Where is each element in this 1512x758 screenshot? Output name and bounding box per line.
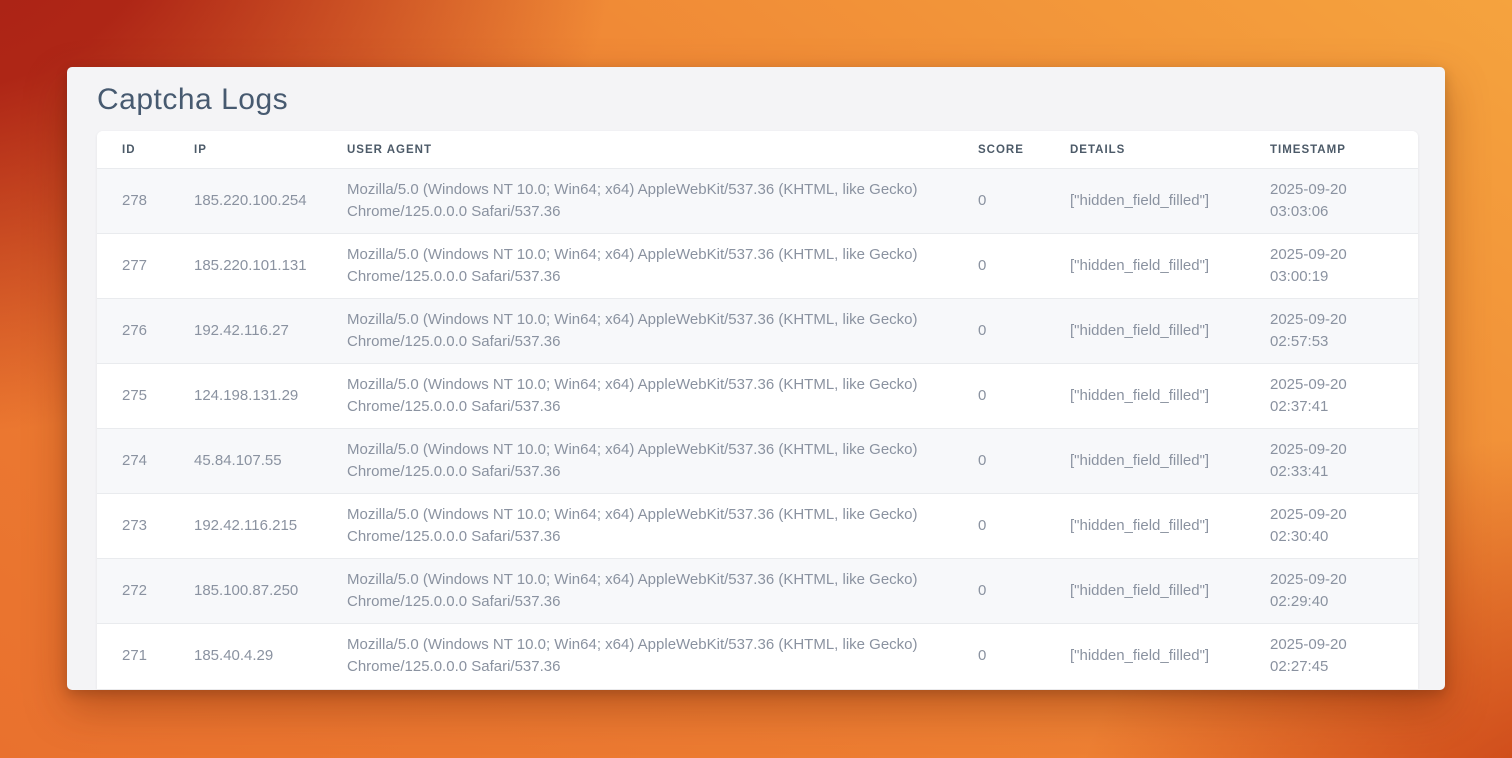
cell-ip: 45.84.107.55 [194, 429, 347, 494]
cell-user-agent: Mozilla/5.0 (Windows NT 10.0; Win64; x64… [347, 364, 978, 429]
cell-timestamp: 2025-09-20 02:29:40 [1270, 559, 1418, 624]
cell-score: 0 [978, 234, 1070, 299]
table-row: 275 124.198.131.29 Mozilla/5.0 (Windows … [97, 364, 1418, 429]
table-row: 274 45.84.107.55 Mozilla/5.0 (Windows NT… [97, 429, 1418, 494]
cell-id: 277 [97, 234, 194, 299]
column-header-timestamp: TIMESTAMP [1270, 131, 1418, 169]
cell-id: 278 [97, 169, 194, 234]
cell-id: 273 [97, 494, 194, 559]
cell-user-agent: Mozilla/5.0 (Windows NT 10.0; Win64; x64… [347, 494, 978, 559]
cell-details: ["hidden_field_filled"] [1070, 364, 1270, 429]
cell-id: 275 [97, 364, 194, 429]
cell-details: ["hidden_field_filled"] [1070, 624, 1270, 689]
captcha-logs-card: Captcha Logs ID IP USER AGENT SCORE DETA… [67, 67, 1445, 690]
table-header-row: ID IP USER AGENT SCORE DETAILS TIMESTAMP [97, 131, 1418, 169]
table-row: 276 192.42.116.27 Mozilla/5.0 (Windows N… [97, 299, 1418, 364]
cell-id: 272 [97, 559, 194, 624]
page-background: Captcha Logs ID IP USER AGENT SCORE DETA… [0, 0, 1512, 758]
cell-details: ["hidden_field_filled"] [1070, 169, 1270, 234]
cell-timestamp: 2025-09-20 02:27:45 [1270, 624, 1418, 689]
cell-score: 0 [978, 169, 1070, 234]
cell-timestamp: 2025-09-20 02:37:41 [1270, 364, 1418, 429]
cell-score: 0 [978, 559, 1070, 624]
cell-details: ["hidden_field_filled"] [1070, 429, 1270, 494]
cell-user-agent: Mozilla/5.0 (Windows NT 10.0; Win64; x64… [347, 429, 978, 494]
cell-id: 276 [97, 299, 194, 364]
cell-timestamp: 2025-09-20 02:33:41 [1270, 429, 1418, 494]
table-row: 277 185.220.101.131 Mozilla/5.0 (Windows… [97, 234, 1418, 299]
cell-ip: 192.42.116.27 [194, 299, 347, 364]
cell-score: 0 [978, 494, 1070, 559]
logs-table-container: ID IP USER AGENT SCORE DETAILS TIMESTAMP… [97, 131, 1418, 689]
cell-timestamp: 2025-09-20 02:57:53 [1270, 299, 1418, 364]
table-row: 272 185.100.87.250 Mozilla/5.0 (Windows … [97, 559, 1418, 624]
cell-score: 0 [978, 299, 1070, 364]
cell-user-agent: Mozilla/5.0 (Windows NT 10.0; Win64; x64… [347, 299, 978, 364]
cell-ip: 124.198.131.29 [194, 364, 347, 429]
cell-ip: 185.100.87.250 [194, 559, 347, 624]
logs-table: ID IP USER AGENT SCORE DETAILS TIMESTAMP… [97, 131, 1418, 689]
column-header-ip: IP [194, 131, 347, 169]
page-title: Captcha Logs [97, 83, 1445, 117]
cell-user-agent: Mozilla/5.0 (Windows NT 10.0; Win64; x64… [347, 169, 978, 234]
cell-ip: 185.220.100.254 [194, 169, 347, 234]
cell-ip: 192.42.116.215 [194, 494, 347, 559]
cell-timestamp: 2025-09-20 02:30:40 [1270, 494, 1418, 559]
cell-timestamp: 2025-09-20 03:03:06 [1270, 169, 1418, 234]
table-body: 278 185.220.100.254 Mozilla/5.0 (Windows… [97, 169, 1418, 689]
cell-ip: 185.220.101.131 [194, 234, 347, 299]
cell-details: ["hidden_field_filled"] [1070, 299, 1270, 364]
cell-timestamp: 2025-09-20 03:00:19 [1270, 234, 1418, 299]
cell-score: 0 [978, 624, 1070, 689]
cell-id: 271 [97, 624, 194, 689]
column-header-details: DETAILS [1070, 131, 1270, 169]
cell-id: 274 [97, 429, 194, 494]
cell-user-agent: Mozilla/5.0 (Windows NT 10.0; Win64; x64… [347, 234, 978, 299]
table-row: 278 185.220.100.254 Mozilla/5.0 (Windows… [97, 169, 1418, 234]
cell-user-agent: Mozilla/5.0 (Windows NT 10.0; Win64; x64… [347, 624, 978, 689]
column-header-score: SCORE [978, 131, 1070, 169]
cell-score: 0 [978, 429, 1070, 494]
column-header-user-agent: USER AGENT [347, 131, 978, 169]
table-row: 271 185.40.4.29 Mozilla/5.0 (Windows NT … [97, 624, 1418, 689]
cell-details: ["hidden_field_filled"] [1070, 234, 1270, 299]
cell-ip: 185.40.4.29 [194, 624, 347, 689]
cell-score: 0 [978, 364, 1070, 429]
cell-details: ["hidden_field_filled"] [1070, 559, 1270, 624]
column-header-id: ID [97, 131, 194, 169]
table-row: 273 192.42.116.215 Mozilla/5.0 (Windows … [97, 494, 1418, 559]
cell-user-agent: Mozilla/5.0 (Windows NT 10.0; Win64; x64… [347, 559, 978, 624]
cell-details: ["hidden_field_filled"] [1070, 494, 1270, 559]
